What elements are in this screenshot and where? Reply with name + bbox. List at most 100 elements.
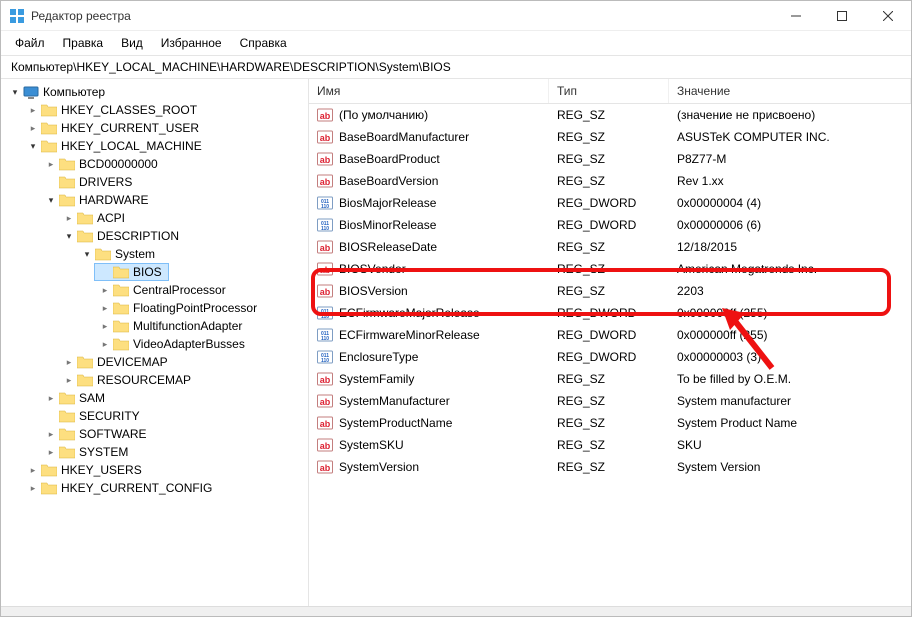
listview-row[interactable]: ECFirmwareMajorRelease REG_DWORD 0x00000…: [309, 302, 911, 324]
listview-row[interactable]: BIOSVersion REG_SZ 2203: [309, 280, 911, 302]
folder-icon: [59, 445, 75, 459]
caret-icon[interactable]: [27, 122, 39, 134]
tree-item[interactable]: SOFTWARE: [41, 426, 153, 442]
menu-edit[interactable]: Правка: [55, 33, 112, 53]
tree-item[interactable]: DRIVERS: [41, 174, 138, 190]
value-data: To be filled by O.E.M.: [669, 371, 911, 387]
folder-icon: [59, 175, 75, 189]
tree-item[interactable]: SYSTEM: [41, 444, 134, 460]
listview-row[interactable]: SystemSKU REG_SZ SKU: [309, 434, 911, 456]
tree-root[interactable]: Компьютер: [5, 84, 111, 100]
value-name: BaseBoardVersion: [339, 174, 438, 188]
column-header-type[interactable]: Тип: [549, 79, 669, 103]
tree-item[interactable]: MultifunctionAdapter: [95, 318, 248, 334]
caret-icon[interactable]: [27, 140, 39, 152]
caret-icon[interactable]: [45, 194, 57, 206]
caret-icon[interactable]: [45, 392, 57, 404]
listview-row[interactable]: BIOSReleaseDate REG_SZ 12/18/2015: [309, 236, 911, 258]
tree-item[interactable]: ACPI: [59, 210, 131, 226]
listview-row[interactable]: BiosMinorRelease REG_DWORD 0x00000006 (6…: [309, 214, 911, 236]
tree-item[interactable]: DESCRIPTION: [59, 228, 185, 244]
tree-item-label: SAM: [77, 391, 107, 405]
tree-item[interactable]: HKEY_CLASSES_ROOT: [23, 102, 203, 118]
caret-icon[interactable]: [27, 464, 39, 476]
string-icon: [317, 415, 333, 431]
listview-row[interactable]: ECFirmwareMinorRelease REG_DWORD 0x00000…: [309, 324, 911, 346]
listview-row[interactable]: BiosMajorRelease REG_DWORD 0x00000004 (4…: [309, 192, 911, 214]
caret-icon[interactable]: [45, 428, 57, 440]
tree-item-label: SOFTWARE: [77, 427, 149, 441]
tree-item[interactable]: FloatingPointProcessor: [95, 300, 263, 316]
value-name: BiosMajorRelease: [339, 196, 436, 210]
tree-item[interactable]: HKEY_USERS: [23, 462, 148, 478]
tree-item[interactable]: HARDWARE: [41, 192, 155, 208]
caret-icon[interactable]: [63, 356, 75, 368]
column-header-name[interactable]: Имя: [309, 79, 549, 103]
tree-item-label: DEVICEMAP: [95, 355, 170, 369]
computer-icon: [23, 85, 39, 99]
tree-item[interactable]: System: [77, 246, 161, 262]
tree-panel[interactable]: Компьютер HKEY_CLASSES_ROOT HKEY_CURRENT_U…: [1, 79, 309, 606]
value-name: BIOSReleaseDate: [339, 240, 437, 254]
tree-item[interactable]: SECURITY: [41, 408, 146, 424]
caret-icon[interactable]: [63, 374, 75, 386]
maximize-button[interactable]: [819, 1, 865, 31]
string-icon: [317, 151, 333, 167]
dword-icon: [317, 217, 333, 233]
value-type: REG_DWORD: [549, 349, 669, 365]
menu-view[interactable]: Вид: [113, 33, 151, 53]
listview-row[interactable]: EnclosureType REG_DWORD 0x00000003 (3): [309, 346, 911, 368]
tree-item[interactable]: VideoAdapterBusses: [95, 336, 251, 352]
value-type: REG_SZ: [549, 173, 669, 189]
caret-icon[interactable]: [99, 284, 111, 296]
status-bar: [1, 606, 911, 616]
menu-file[interactable]: Файл: [7, 33, 53, 53]
folder-icon: [113, 283, 129, 297]
caret-icon[interactable]: [27, 482, 39, 494]
menu-help[interactable]: Справка: [232, 33, 295, 53]
column-header-value[interactable]: Значение: [669, 79, 911, 103]
menu-favorites[interactable]: Избранное: [153, 33, 230, 53]
value-data: Rev 1.xx: [669, 173, 911, 189]
listview-body[interactable]: (По умолчанию) REG_SZ (значение не присв…: [309, 104, 911, 606]
dword-icon: [317, 305, 333, 321]
caret-icon[interactable]: [99, 320, 111, 332]
tree-item[interactable]: BCD00000000: [41, 156, 164, 172]
caret-icon[interactable]: [45, 446, 57, 458]
value-data: System Version: [669, 459, 911, 475]
tree-item[interactable]: HKEY_LOCAL_MACHINE: [23, 138, 208, 154]
tree-item[interactable]: HKEY_CURRENT_CONFIG: [23, 480, 218, 496]
listview-row[interactable]: SystemProductName REG_SZ System Product …: [309, 412, 911, 434]
listview-row[interactable]: SystemVersion REG_SZ System Version: [309, 456, 911, 478]
tree-item[interactable]: BIOS: [95, 264, 168, 280]
listview-row[interactable]: SystemManufacturer REG_SZ System manufac…: [309, 390, 911, 412]
caret-icon[interactable]: [99, 338, 111, 350]
caret-icon[interactable]: [63, 230, 75, 242]
address-bar[interactable]: Компьютер\HKEY_LOCAL_MACHINE\HARDWARE\DE…: [1, 55, 911, 79]
listview-row[interactable]: BaseBoardProduct REG_SZ P8Z77-M: [309, 148, 911, 170]
tree-item-label: FloatingPointProcessor: [131, 301, 259, 315]
caret-icon[interactable]: [99, 302, 111, 314]
listview-row[interactable]: BIOSVendor REG_SZ American Megatrends In…: [309, 258, 911, 280]
listview-row[interactable]: SystemFamily REG_SZ To be filled by O.E.…: [309, 368, 911, 390]
caret-icon[interactable]: [45, 158, 57, 170]
caret-icon[interactable]: [63, 212, 75, 224]
tree-item[interactable]: DEVICEMAP: [59, 354, 174, 370]
close-button[interactable]: [865, 1, 911, 31]
caret-icon[interactable]: [81, 248, 93, 260]
tree-item[interactable]: SAM: [41, 390, 111, 406]
minimize-button[interactable]: [773, 1, 819, 31]
listview-row[interactable]: (По умолчанию) REG_SZ (значение не присв…: [309, 104, 911, 126]
tree-item[interactable]: HKEY_CURRENT_USER: [23, 120, 205, 136]
tree-item-label: HKEY_USERS: [59, 463, 144, 477]
folder-icon: [41, 463, 57, 477]
tree-item[interactable]: RESOURCEMAP: [59, 372, 197, 388]
tree-item[interactable]: CentralProcessor: [95, 282, 232, 298]
caret-icon[interactable]: [9, 86, 21, 98]
folder-icon: [41, 103, 57, 117]
caret-icon[interactable]: [27, 104, 39, 116]
tree-item-label: SECURITY: [77, 409, 142, 423]
listview-row[interactable]: BaseBoardVersion REG_SZ Rev 1.xx: [309, 170, 911, 192]
listview-row[interactable]: BaseBoardManufacturer REG_SZ ASUSTeK COM…: [309, 126, 911, 148]
folder-icon: [95, 247, 111, 261]
